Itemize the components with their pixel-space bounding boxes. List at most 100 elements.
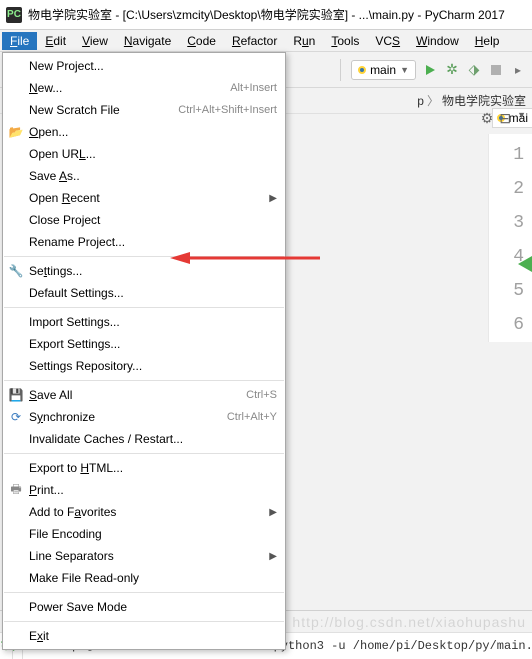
menu-entry-label: Default Settings... — [29, 286, 277, 300]
line-number: 3 — [489, 206, 532, 240]
menu-entry[interactable]: Line Separators▶ — [3, 545, 285, 567]
gear-icon[interactable]: ⚙ — [481, 110, 494, 127]
pycharm-app-icon: PC — [6, 7, 22, 23]
menu-entry-label: Close Project — [29, 213, 277, 227]
toolbar-more-button[interactable]: ▸ — [510, 62, 526, 78]
menu-entry-label: Export to HTML... — [29, 461, 277, 475]
line-number: 5 — [489, 274, 532, 308]
run-config-name: main — [370, 63, 396, 77]
menu-item[interactable]: Tools — [323, 32, 367, 50]
debug-button[interactable]: ✲ — [444, 62, 460, 78]
menu-entry-label: New... — [29, 81, 230, 95]
menu-entry-label: Power Save Mode — [29, 600, 277, 614]
title-bar: PC 物电学院实验室 - [C:\Users\zmcity\Desktop\物电… — [0, 0, 532, 30]
menu-entry[interactable]: Export to HTML... — [3, 457, 285, 479]
menu-bar: FileEditViewNavigateCodeRefactorRunTools… — [0, 30, 532, 52]
menu-entry[interactable]: 💾Save AllCtrl+S — [3, 384, 285, 406]
menu-entry-label: Save All — [29, 388, 246, 402]
menu-item[interactable]: Refactor — [224, 32, 285, 50]
python-icon — [358, 66, 366, 74]
menu-entry[interactable]: 📂Open... — [3, 121, 285, 143]
line-number: 6 — [489, 308, 532, 342]
menu-entry-label: Open Recent — [29, 191, 277, 205]
printer-icon: 🖶 — [8, 482, 24, 498]
sync-icon: ⟳ — [8, 409, 24, 425]
breadcrumb-segment-prefix: p — [417, 94, 424, 108]
menu-entry[interactable]: Invalidate Caches / Restart... — [3, 428, 285, 450]
split-icon[interactable]: ⊟ — [499, 110, 511, 127]
menu-separator — [4, 453, 284, 454]
menu-item[interactable]: Code — [179, 32, 224, 50]
menu-separator — [4, 592, 284, 593]
menu-item[interactable]: Navigate — [116, 32, 179, 50]
menu-entry[interactable]: Export Settings... — [3, 333, 285, 355]
line-number: 1 — [489, 138, 532, 172]
menu-shortcut: Ctrl+S — [246, 389, 277, 401]
menu-item[interactable]: VCS — [367, 32, 408, 50]
menu-entry-label: New Scratch File — [29, 103, 178, 117]
menu-entry-label: Rename Project... — [29, 235, 277, 249]
menu-item[interactable]: Run — [285, 32, 323, 50]
line-number: 2 — [489, 172, 532, 206]
menu-entry[interactable]: Import Settings... — [3, 311, 285, 333]
menu-item[interactable]: View — [74, 32, 116, 50]
menu-entry[interactable]: Open Recent▶ — [3, 187, 285, 209]
menu-entry[interactable]: New...Alt+Insert — [3, 77, 285, 99]
line-number-gutter: 123456 — [488, 134, 532, 342]
menu-entry[interactable]: New Scratch FileCtrl+Alt+Shift+Insert — [3, 99, 285, 121]
run-config-selector[interactable]: main ▼ — [351, 60, 416, 80]
menu-entry[interactable]: Rename Project... — [3, 231, 285, 253]
menu-entry[interactable]: File Encoding — [3, 523, 285, 545]
menu-item[interactable]: Help — [467, 32, 508, 50]
menu-entry[interactable]: ⟳ SynchronizeCtrl+Alt+Y — [3, 406, 285, 428]
stop-button[interactable] — [488, 62, 504, 78]
menu-separator — [4, 256, 284, 257]
menu-entry-label: Settings... — [29, 264, 277, 278]
menu-item[interactable]: Edit — [37, 32, 74, 50]
menu-item[interactable]: Window — [408, 32, 467, 50]
menu-entry[interactable]: 🖶 Print... — [3, 479, 285, 501]
menu-entry-label: Make File Read-only — [29, 571, 277, 585]
file-menu-dropdown: New Project...New...Alt+InsertNew Scratc… — [2, 52, 286, 650]
run-gutter-marker-icon[interactable] — [518, 256, 532, 272]
menu-entry[interactable]: Settings Repository... — [3, 355, 285, 377]
chevron-right-icon: ▶ — [269, 507, 277, 518]
stop-icon — [491, 65, 501, 75]
menu-entry-label: Open... — [29, 125, 277, 139]
menu-separator — [4, 307, 284, 308]
toolbar-separator — [340, 59, 341, 81]
menu-entry[interactable]: Save As.. — [3, 165, 285, 187]
menu-entry-label: Import Settings... — [29, 315, 277, 329]
menu-shortcut: Alt+Insert — [230, 82, 277, 94]
chevron-down-icon: ▼ — [400, 65, 409, 75]
menu-entry-label: Settings Repository... — [29, 359, 277, 373]
breadcrumb[interactable]: p〉物电学院实验室 — [417, 92, 526, 109]
editor-top-icons: ⚙ ⊟ ▼ — [481, 110, 526, 127]
menu-entry[interactable]: New Project... — [3, 55, 285, 77]
play-icon — [426, 65, 435, 75]
menu-entry[interactable]: 🔧Settings... — [3, 260, 285, 282]
menu-entry-label: Save As.. — [29, 169, 277, 183]
menu-entry[interactable]: Exit — [3, 625, 285, 647]
chevron-down-icon[interactable]: ▼ — [517, 110, 526, 127]
menu-separator — [4, 380, 284, 381]
run-coverage-button[interactable]: ⬗ — [466, 62, 482, 78]
menu-entry[interactable]: Open URL... — [3, 143, 285, 165]
menu-shortcut: Ctrl+Alt+Y — [227, 411, 277, 423]
menu-shortcut: Ctrl+Alt+Shift+Insert — [178, 104, 277, 116]
menu-entry-label: Synchronize — [29, 410, 227, 424]
menu-entry[interactable]: Add to Favorites▶ — [3, 501, 285, 523]
menu-entry-label: Exit — [29, 629, 277, 643]
menu-separator — [4, 621, 284, 622]
chevron-right-icon: ▶ — [269, 193, 277, 204]
menu-entry-label: Open URL... — [29, 147, 277, 161]
menu-entry[interactable]: Make File Read-only — [3, 567, 285, 589]
menu-item[interactable]: File — [2, 32, 37, 50]
menu-entry-label: Print... — [29, 483, 277, 497]
run-button[interactable] — [422, 62, 438, 78]
menu-entry-label: Add to Favorites — [29, 505, 277, 519]
menu-entry[interactable]: Close Project — [3, 209, 285, 231]
menu-entry[interactable]: Power Save Mode — [3, 596, 285, 618]
menu-entry-label: File Encoding — [29, 527, 277, 541]
menu-entry[interactable]: Default Settings... — [3, 282, 285, 304]
